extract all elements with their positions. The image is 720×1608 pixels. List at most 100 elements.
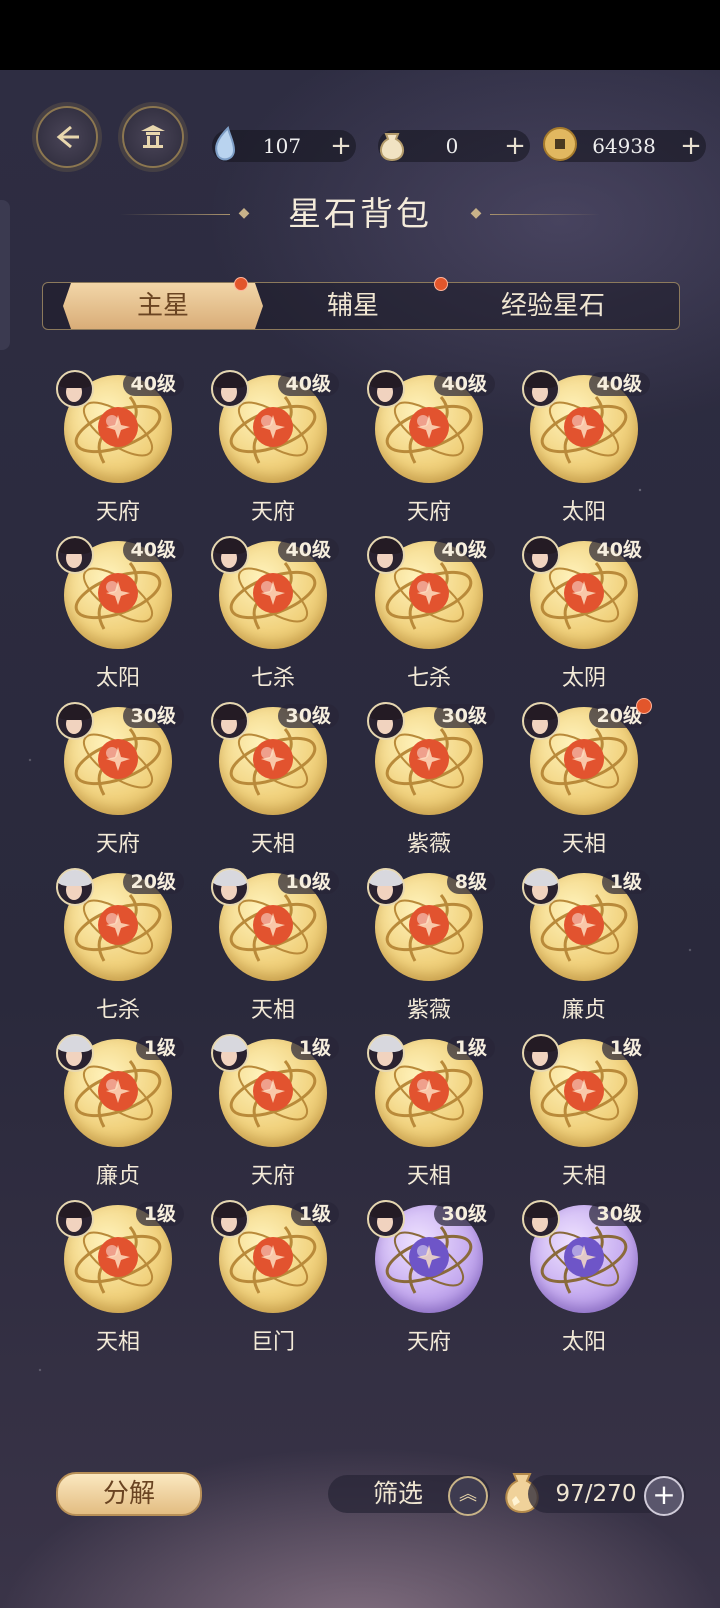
character-avatar — [56, 868, 94, 906]
character-avatar — [56, 1200, 94, 1238]
star-stone-name: 七杀 — [250, 666, 295, 691]
character-avatar — [56, 536, 94, 574]
star-stone-name: 天相 — [250, 832, 295, 857]
star-stone-item[interactable]: 20级 七杀 — [56, 868, 186, 1028]
star-stone-item[interactable]: 1级廉贞 — [522, 868, 652, 1028]
level-badge: 1级 — [601, 870, 650, 894]
star-stone-item[interactable]: 40级太阳 — [56, 536, 186, 696]
star-stone-item[interactable]: 30级天相 — [211, 702, 341, 862]
star-stone-item[interactable]: 30级 太阳 — [522, 1200, 652, 1360]
star-stone-item[interactable]: 30级 天府 — [56, 702, 186, 862]
star-stone-name: 紫薇 — [406, 832, 451, 857]
pavilion-button[interactable] — [122, 106, 184, 168]
level-badge: 30级 — [433, 704, 495, 728]
star-stone-item[interactable]: 1级 天相 — [56, 1200, 186, 1360]
star-stone-item[interactable]: 1级 廉贞 — [56, 1034, 186, 1194]
add-coin-button[interactable]: + — [676, 131, 706, 161]
character-avatar — [367, 1034, 405, 1072]
star-stone-item[interactable]: 1级巨门 — [211, 1200, 341, 1360]
tab-notification-dot — [234, 277, 248, 291]
page-title: 星石背包 — [288, 194, 432, 233]
pouch-icon — [380, 133, 404, 162]
star-stone-name: 太阳 — [561, 500, 606, 525]
character-avatar — [56, 370, 94, 408]
level-badge: 40级 — [433, 538, 495, 562]
character-avatar — [522, 370, 560, 408]
star-stone-name: 廉贞 — [561, 998, 606, 1023]
decompose-button[interactable]: 分解 — [56, 1472, 202, 1516]
level-badge: 40级 — [122, 538, 184, 562]
add-water-button[interactable]: + — [326, 131, 356, 161]
level-badge: 8级 — [446, 870, 495, 894]
level-badge: 30级 — [588, 1202, 650, 1226]
character-avatar — [522, 868, 560, 906]
tab-primary-star[interactable]: 主星 — [63, 283, 263, 329]
star-stone-item[interactable]: 40级七杀 — [367, 536, 497, 696]
star-stone-name: 巨门 — [250, 1330, 295, 1355]
capacity-value: 97/270 — [555, 1481, 637, 1507]
title-row: ◆ 星石背包 ◆ — [0, 185, 720, 235]
character-avatar — [367, 536, 405, 574]
character-avatar — [367, 1200, 405, 1238]
level-badge: 40级 — [277, 538, 339, 562]
tab-exp-stone[interactable]: 经验星石 — [443, 283, 663, 329]
character-avatar — [56, 702, 94, 740]
star-stone-name: 天府 — [250, 1164, 295, 1189]
resource-water: 107 + — [212, 126, 356, 162]
star-stone-name: 天府 — [406, 500, 451, 525]
star-stone-item[interactable]: 40级天府 — [367, 370, 497, 530]
level-badge: 40级 — [277, 372, 339, 396]
back-arrow-icon — [56, 125, 79, 149]
star-stone-item[interactable]: 20级 天相 — [522, 698, 652, 862]
star-stone-item[interactable]: 1级 天相 — [522, 1034, 652, 1194]
character-avatar — [522, 536, 560, 574]
double-chevron-up-icon[interactable]: ︽ — [448, 1476, 488, 1516]
star-stone-item[interactable]: 1级 天府 — [211, 1034, 341, 1194]
character-avatar — [211, 536, 249, 574]
tab-notification-dot — [434, 277, 448, 291]
character-avatar — [522, 1200, 560, 1238]
star-stone-item[interactable]: 40级七杀 — [211, 536, 341, 696]
star-stone-name: 天府 — [406, 1330, 451, 1355]
level-badge: 10级 — [277, 870, 339, 894]
diamond-ornament-icon: ◆ — [470, 205, 482, 221]
character-avatar — [367, 370, 405, 408]
capacity-display: 97/270 + — [528, 1475, 686, 1516]
level-badge: 30级 — [433, 1202, 495, 1226]
level-badge: 40级 — [122, 372, 184, 396]
star-stone-name: 天府 — [95, 832, 140, 857]
level-badge: 1级 — [290, 1202, 339, 1226]
star-stone-name: 天府 — [95, 500, 140, 525]
star-stone-name: 太阳 — [95, 666, 140, 691]
filter-label: 筛选 — [372, 1479, 423, 1508]
star-stone-item[interactable]: 30级紫薇 — [367, 702, 497, 862]
new-notification-dot — [636, 698, 652, 714]
star-stone-item[interactable]: 40级天府 — [211, 370, 341, 530]
star-stone-name: 紫薇 — [406, 998, 451, 1023]
tab-auxiliary-star[interactable]: 辅星 — [263, 283, 443, 329]
star-stone-item[interactable]: 1级 天相 — [367, 1034, 497, 1194]
star-stone-item[interactable]: 40级太阳 — [522, 370, 652, 530]
star-stone-item[interactable]: 30级天府 — [367, 1200, 497, 1360]
pavilion-icon — [141, 125, 165, 148]
character-avatar — [522, 1034, 560, 1072]
level-badge: 1级 — [601, 1036, 650, 1060]
water-drop-icon — [215, 126, 236, 161]
character-avatar — [367, 702, 405, 740]
level-badge: 30级 — [277, 704, 339, 728]
add-pouch-button[interactable]: + — [500, 131, 530, 161]
star-stone-item[interactable]: 40级 太阴 — [522, 536, 652, 696]
level-badge: 40级 — [588, 372, 650, 396]
back-button[interactable] — [36, 106, 98, 168]
star-stone-name: 天府 — [250, 500, 295, 525]
star-stone-item[interactable]: 40级天府 — [56, 370, 186, 530]
star-stone-item[interactable]: 10级 天相 — [211, 868, 341, 1028]
level-badge: 1级 — [446, 1036, 495, 1060]
filter-button[interactable]: 筛选 ︽ — [328, 1475, 490, 1516]
level-badge: 40级 — [433, 372, 495, 396]
star-stone-name: 七杀 — [406, 666, 451, 691]
star-stone-item[interactable]: 8级紫薇 — [367, 868, 497, 1028]
resource-coin: 64938 + — [543, 127, 706, 162]
tab-bar: 主星 辅星 经验星石 — [42, 282, 680, 330]
expand-capacity-button[interactable]: + — [644, 1476, 684, 1516]
